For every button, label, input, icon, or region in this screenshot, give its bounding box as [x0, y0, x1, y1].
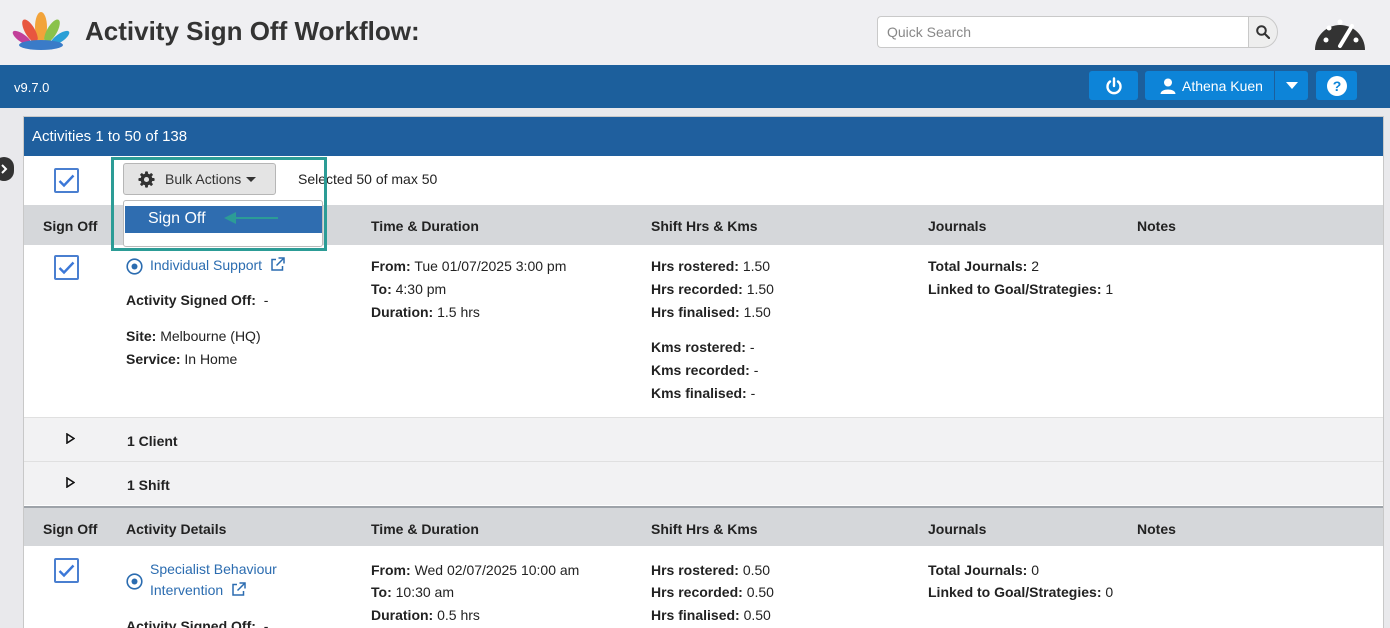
triangle-right-icon[interactable] — [66, 477, 75, 488]
activity-name-link[interactable]: Individual Support — [150, 254, 285, 277]
col-activity-details: Activity Details — [126, 521, 227, 537]
select-all-checkbox[interactable] — [54, 168, 79, 193]
activities-panel: Activities 1 to 50 of 138 Bulk Actions S… — [23, 116, 1384, 628]
total-journals: Total Journals: 0 — [928, 562, 1039, 578]
signed-off-status: Activity Signed Off: - — [126, 618, 269, 628]
time-from: From: Tue 01/07/2025 3:00 pm — [371, 258, 567, 274]
col-journals: Journals — [928, 521, 987, 537]
col-shift-hrs: Shift Hrs & Kms — [651, 521, 758, 537]
shifts-expander-row[interactable]: 1 Shift — [24, 461, 1383, 505]
radio-target-icon — [126, 258, 143, 275]
lotus-logo-icon — [12, 12, 70, 50]
svg-text:?: ? — [1332, 78, 1341, 94]
clients-count: 1 Client — [127, 433, 178, 449]
hrs-finalised: Hrs finalised: 0.50 — [651, 607, 771, 623]
col-time-duration: Time & Duration — [371, 521, 479, 537]
checkmark-icon — [58, 174, 75, 187]
page-title: Activity Sign Off Workflow: — [85, 16, 420, 46]
col-sign-off: Sign Off — [43, 218, 98, 234]
search-icon — [1256, 25, 1270, 39]
chevron-right-icon — [1, 164, 8, 174]
col-journals: Journals — [928, 218, 987, 234]
hrs-recorded: Hrs recorded: 0.50 — [651, 584, 774, 600]
panel-title: Activities 1 to 50 of 138 — [24, 117, 1383, 156]
quick-search — [877, 16, 1278, 48]
user-menu-toggle[interactable] — [1275, 71, 1308, 100]
gauge-icon[interactable] — [1312, 10, 1368, 54]
activity-checkbox[interactable] — [54, 558, 79, 583]
linked-goals: Linked to Goal/Strategies: 0 — [928, 584, 1114, 600]
activity-name-link[interactable]: Specialist Behaviour — [150, 558, 277, 581]
signed-off-status: Activity Signed Off: - — [126, 292, 269, 308]
col-notes: Notes — [1137, 521, 1176, 537]
kms-recorded: Kms recorded: - — [651, 362, 759, 378]
top-nav-bar: v9.7.0 Athena Kuen ? — [0, 65, 1390, 108]
search-button[interactable] — [1248, 16, 1278, 48]
external-link-icon[interactable] — [231, 582, 246, 597]
sidebar-toggle[interactable] — [0, 157, 14, 181]
col-sign-off: Sign Off — [43, 521, 98, 537]
col-time-duration: Time & Duration — [371, 218, 479, 234]
time-duration: Duration: 0.5 hrs — [371, 607, 480, 623]
hrs-rostered: Hrs rostered: 0.50 — [651, 562, 771, 578]
service-info: Service: In Home — [126, 351, 238, 367]
linked-goals: Linked to Goal/Strategies: 1 — [928, 281, 1114, 297]
table-header-row: Sign Off Activity Details Time & Duratio… — [24, 506, 1383, 546]
shifts-count: 1 Shift — [127, 477, 170, 493]
user-icon — [1160, 78, 1176, 94]
checkmark-icon — [58, 261, 75, 274]
user-name: Athena Kuen — [1182, 77, 1263, 94]
app-header: Activity Sign Off Workflow: — [0, 0, 1390, 65]
activity-name-link-line2[interactable]: Intervention — [150, 579, 246, 602]
hrs-finalised: Hrs finalised: 1.50 — [651, 304, 771, 320]
triangle-right-icon[interactable] — [66, 433, 75, 444]
help-button[interactable]: ? — [1316, 71, 1357, 100]
col-notes: Notes — [1137, 218, 1176, 234]
power-icon — [1105, 76, 1122, 94]
radio-target-icon — [126, 573, 143, 590]
user-menu-button[interactable]: Athena Kuen — [1145, 71, 1274, 100]
time-from: From: Wed 02/07/2025 10:00 am — [371, 562, 580, 578]
logout-button[interactable] — [1089, 71, 1138, 100]
total-journals: Total Journals: 2 — [928, 258, 1039, 274]
clients-expander-row[interactable]: 1 Client — [24, 417, 1383, 461]
time-to: To: 10:30 am — [371, 584, 454, 600]
site-info: Site: Melbourne (HQ) — [126, 328, 261, 344]
kms-rostered: Kms rostered: - — [651, 339, 755, 355]
version-label: v9.7.0 — [14, 80, 50, 95]
kms-finalised: Kms finalised: - — [651, 385, 756, 401]
hrs-rostered: Hrs rostered: 1.50 — [651, 258, 771, 274]
time-to: To: 4:30 pm — [371, 281, 447, 297]
checkmark-icon — [58, 564, 75, 577]
hrs-recorded: Hrs recorded: 1.50 — [651, 281, 774, 297]
external-link-icon[interactable] — [270, 257, 285, 272]
time-duration: Duration: 1.5 hrs — [371, 304, 480, 320]
col-shift-hrs: Shift Hrs & Kms — [651, 218, 758, 234]
help-icon: ? — [1326, 75, 1347, 96]
search-input[interactable] — [877, 16, 1249, 48]
annotation-highlight — [111, 157, 327, 251]
arrow-left-icon — [224, 212, 278, 224]
caret-down-icon — [1285, 82, 1298, 89]
activity-checkbox[interactable] — [54, 255, 79, 280]
